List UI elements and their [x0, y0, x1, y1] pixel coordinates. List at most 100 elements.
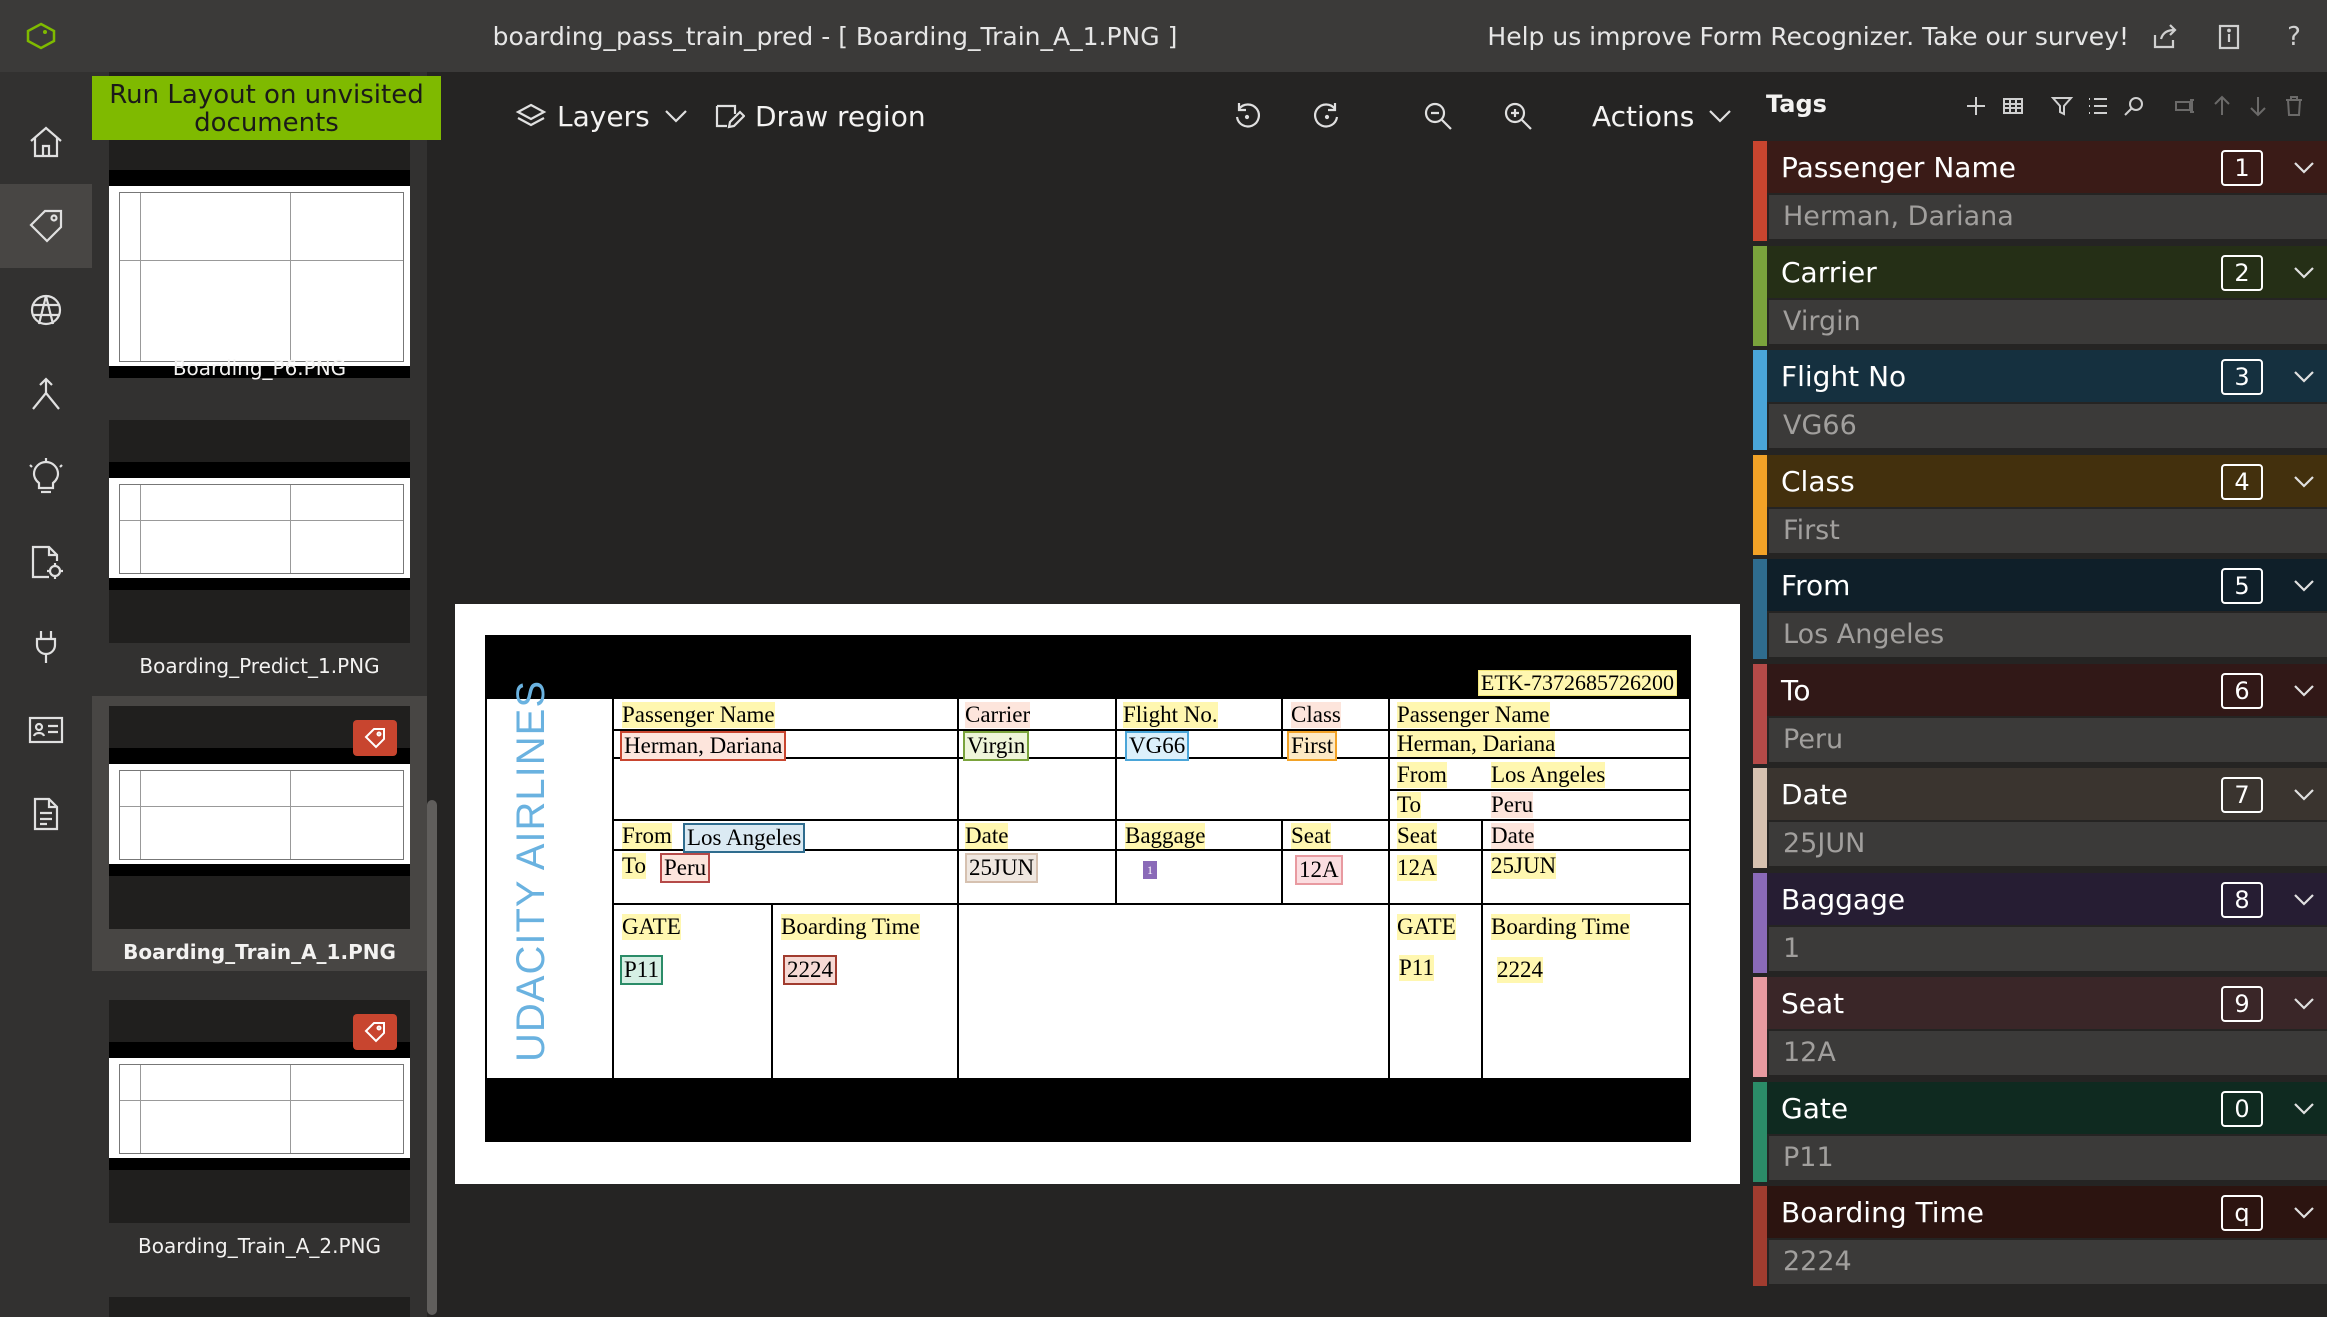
help-icon[interactable]: ? — [2277, 20, 2311, 54]
baggage-value[interactable]: 1 — [1143, 861, 1157, 879]
passenger-value-right[interactable]: Herman, Dariana — [1397, 731, 1556, 757]
tag-name[interactable]: Boarding Time — [1781, 1196, 1984, 1229]
chevron-down-icon[interactable] — [2291, 1199, 2317, 1225]
tag-item[interactable]: To 6 Peru — [1753, 663, 2327, 768]
tag-header-row[interactable]: Boarding Time q — [1753, 1186, 2327, 1238]
tag-header-row[interactable]: From 5 — [1753, 559, 2327, 611]
model-icon[interactable] — [0, 268, 92, 352]
tag-name[interactable]: Baggage — [1781, 883, 1905, 916]
tag-item[interactable]: Passenger Name 1 Herman, Dariana — [1753, 141, 2327, 245]
tag-name[interactable]: Date — [1781, 778, 1848, 811]
tag-name[interactable]: Seat — [1781, 987, 1844, 1020]
file-card-boarding-train-a-1[interactable]: Boarding_Train_A_1.PNG — [92, 696, 427, 971]
tag-name[interactable]: To — [1781, 674, 1810, 707]
tag-header-row[interactable]: Seat 9 — [1753, 977, 2327, 1029]
document-settings-icon[interactable] — [0, 520, 92, 604]
list-icon[interactable] — [2084, 92, 2112, 120]
chevron-down-icon[interactable] — [2291, 990, 2317, 1016]
tag-item[interactable]: Carrier 2 Virgin — [1753, 245, 2327, 350]
tag-item[interactable]: From 5 Los Angeles — [1753, 559, 2327, 663]
carrier-label[interactable]: Carrier — [965, 702, 1031, 728]
filter-icon[interactable] — [2048, 92, 2076, 120]
chevron-down-icon[interactable] — [2291, 572, 2317, 598]
to-label[interactable]: To — [622, 853, 646, 879]
tag-item[interactable]: Boarding Time q 2224 — [1753, 1186, 2327, 1290]
tag-header-row[interactable]: Carrier 2 — [1753, 245, 2327, 298]
chevron-down-icon[interactable] — [2291, 154, 2317, 180]
chevron-down-icon[interactable] — [2291, 363, 2317, 389]
search-icon[interactable] — [2120, 92, 2148, 120]
tag-header-row[interactable]: Gate 0 — [1753, 1081, 2327, 1134]
tag-header-row[interactable]: Flight No 3 — [1753, 350, 2327, 402]
tag-header-row[interactable]: Class 4 — [1753, 454, 2327, 507]
gate-value-right[interactable]: P11 — [1399, 955, 1434, 981]
seat-value[interactable]: 12A — [1295, 855, 1343, 885]
zoom-in-button[interactable] — [1502, 96, 1534, 136]
to-label-right[interactable]: To — [1397, 792, 1421, 818]
tag-item[interactable]: Date 7 25JUN — [1753, 768, 2327, 872]
move-down-icon[interactable] — [2244, 92, 2272, 120]
chevron-down-icon[interactable] — [2291, 886, 2317, 912]
boarding-time-label-right[interactable]: Boarding Time — [1491, 914, 1630, 940]
tag-item[interactable]: Class 4 First — [1753, 454, 2327, 559]
id-card-icon[interactable] — [0, 688, 92, 772]
rotate-left-button[interactable] — [1231, 96, 1263, 136]
share-icon[interactable] — [2148, 20, 2182, 54]
chevron-down-icon[interactable] — [2291, 781, 2317, 807]
plug-icon[interactable] — [0, 604, 92, 688]
from-label-right[interactable]: From — [1397, 762, 1447, 788]
draw-region-button[interactable]: Draw region — [713, 96, 926, 136]
class-value[interactable]: First — [1287, 731, 1338, 761]
chevron-down-icon[interactable] — [2291, 468, 2317, 494]
lightbulb-icon[interactable] — [0, 436, 92, 520]
add-table-tag-icon[interactable] — [1999, 92, 2027, 120]
passenger-name-label-right[interactable]: Passenger Name — [1397, 702, 1550, 728]
seat-value-right[interactable]: 12A — [1397, 855, 1437, 881]
home-icon[interactable] — [0, 100, 92, 184]
boarding-time-value-right[interactable]: 2224 — [1497, 957, 1543, 983]
document-icon[interactable] — [0, 772, 92, 856]
boarding-time-value[interactable]: 2224 — [783, 955, 837, 985]
add-tag-icon[interactable] — [1962, 92, 1990, 120]
chevron-down-icon[interactable] — [2291, 677, 2317, 703]
tag-name[interactable]: Gate — [1781, 1092, 1848, 1125]
from-value[interactable]: Los Angeles — [683, 823, 806, 853]
seat-label[interactable]: Seat — [1291, 823, 1331, 849]
chevron-down-icon[interactable] — [2291, 259, 2317, 285]
merge-icon[interactable] — [0, 352, 92, 436]
rename-icon[interactable] — [2172, 92, 2200, 120]
boarding-time-label[interactable]: Boarding Time — [781, 914, 920, 940]
tag-header-row[interactable]: To 6 — [1753, 663, 2327, 716]
tag-header-row[interactable]: Passenger Name 1 — [1753, 141, 2327, 193]
tag-name[interactable]: Class — [1781, 465, 1855, 498]
date-label[interactable]: Date — [965, 823, 1009, 849]
tag-item[interactable]: Baggage 8 1 — [1753, 872, 2327, 977]
tag-item[interactable]: Seat 9 12A — [1753, 977, 2327, 1081]
carrier-value[interactable]: Virgin — [963, 731, 1030, 761]
tag-header-row[interactable]: Date 7 — [1753, 768, 2327, 820]
info-icon[interactable] — [2212, 20, 2246, 54]
tag-item[interactable]: Flight No 3 VG66 — [1753, 350, 2327, 454]
survey-link[interactable]: Help us improve Form Recognizer. Take ou… — [1487, 22, 2129, 51]
seat-label-right[interactable]: Seat — [1397, 823, 1437, 849]
file-card-boarding-predict-1[interactable]: Boarding_Predict_1.PNG — [92, 410, 427, 685]
tag-item[interactable]: Gate 0 P11 — [1753, 1081, 2327, 1186]
run-layout-button[interactable]: Run Layout on unvisited documents — [92, 76, 441, 140]
from-label[interactable]: From — [622, 823, 672, 849]
baggage-label[interactable]: Baggage — [1125, 823, 1206, 849]
to-value[interactable]: Peru — [660, 853, 711, 883]
tag-header-row[interactable]: Baggage 8 — [1753, 872, 2327, 925]
class-label[interactable]: Class — [1291, 702, 1341, 728]
tag-name[interactable]: From — [1781, 569, 1850, 602]
chevron-down-icon[interactable] — [2291, 1095, 2317, 1121]
from-value-right[interactable]: Los Angeles — [1491, 762, 1606, 788]
layers-button[interactable]: Layers — [515, 96, 692, 136]
rotate-right-button[interactable] — [1311, 96, 1343, 136]
etk-number[interactable]: ETK-7372685726200 — [1477, 670, 1677, 696]
tag-name[interactable]: Carrier — [1781, 256, 1877, 289]
move-up-icon[interactable] — [2208, 92, 2236, 120]
passenger-value[interactable]: Herman, Dariana — [620, 731, 787, 761]
file-pane-scrollbar[interactable] — [427, 800, 437, 1315]
passenger-name-label[interactable]: Passenger Name — [622, 702, 775, 728]
tag-name[interactable]: Passenger Name — [1781, 151, 2016, 184]
